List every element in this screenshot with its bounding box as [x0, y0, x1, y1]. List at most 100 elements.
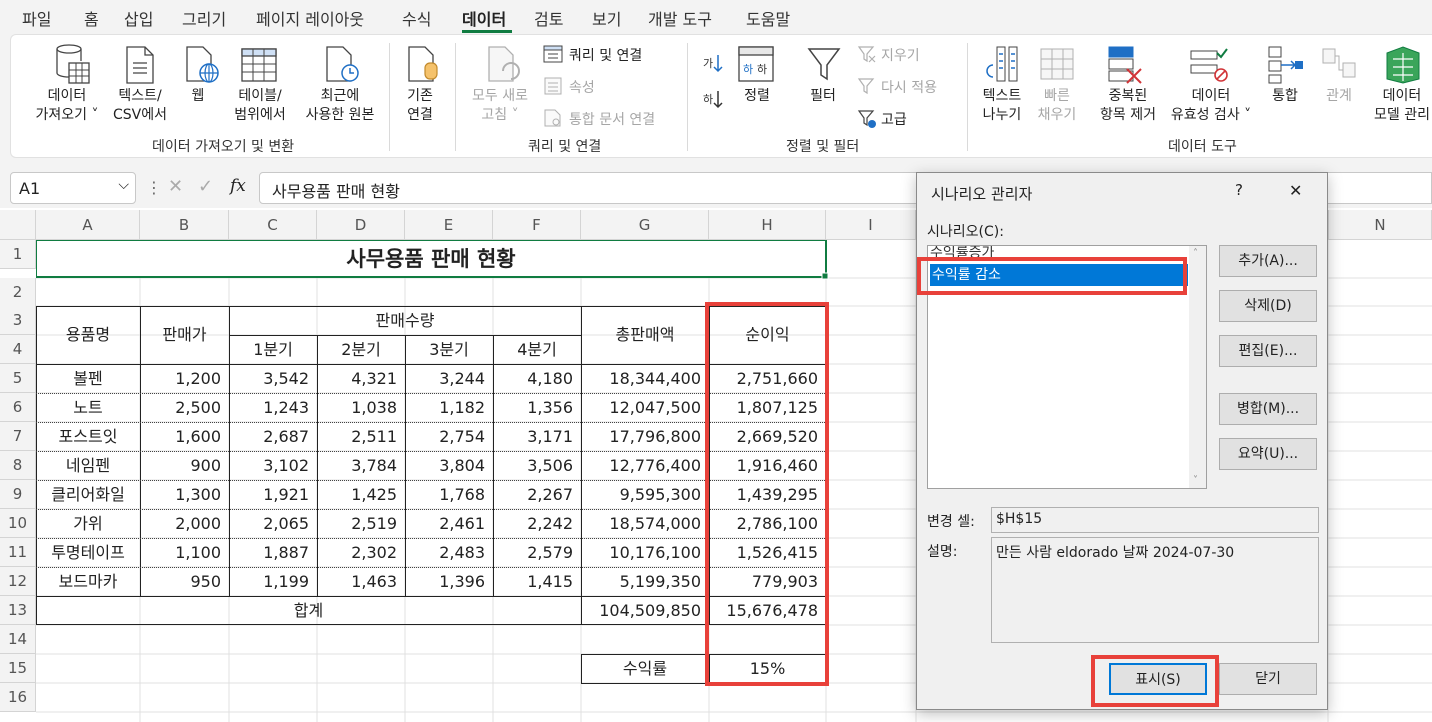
cell-q2[interactable]: 1,463	[317, 567, 405, 596]
row-header-10[interactable]: 10	[0, 509, 36, 538]
add-button[interactable]: 추가(A)...	[1219, 245, 1317, 277]
tab-draw[interactable]: 그리기	[182, 6, 226, 30]
cell-item-name[interactable]: 투명테이프	[36, 538, 140, 567]
sum-total[interactable]: 104,509,850	[581, 596, 709, 625]
row-header-1[interactable]: 1	[0, 240, 36, 269]
chevron-down-icon[interactable]: ⌵	[118, 177, 129, 193]
cell-price[interactable]: 1,100	[140, 538, 229, 567]
header-q2[interactable]: 2분기	[317, 335, 405, 364]
scroll-up-icon[interactable]: ˄	[1193, 248, 1198, 259]
cell-q2[interactable]: 3,784	[317, 451, 405, 480]
cell-price[interactable]: 1,200	[140, 364, 229, 393]
column-header-b[interactable]: B	[140, 210, 229, 240]
tab-home[interactable]: 홈	[84, 6, 99, 30]
tab-review[interactable]: 검토	[534, 6, 563, 30]
header-q4[interactable]: 4분기	[493, 335, 581, 364]
enter-check-icon[interactable]: ✓	[198, 176, 213, 197]
cell-item-name[interactable]: 클리어화일	[36, 480, 140, 509]
cell-item-name[interactable]: 노트	[36, 393, 140, 422]
tab-developer[interactable]: 개발 도구	[648, 6, 712, 30]
cell-q4[interactable]: 2,242	[493, 509, 581, 538]
header-total[interactable]: 총판매액	[581, 320, 709, 349]
cell-q1[interactable]: 2,065	[229, 509, 317, 538]
column-header-g[interactable]: G	[581, 210, 709, 240]
insert-function-icon[interactable]: fx	[230, 176, 246, 196]
column-header-d[interactable]: D	[317, 210, 405, 240]
cell-q4[interactable]: 3,506	[493, 451, 581, 480]
scenario-list-scrollbar[interactable]: ˄ ˅	[1189, 246, 1206, 488]
column-header-c[interactable]: C	[229, 210, 317, 240]
column-header-a[interactable]: A	[36, 210, 140, 240]
cell-item-name[interactable]: 네임펜	[36, 451, 140, 480]
flash-fill-button[interactable]: 빠른 채우기	[1035, 87, 1079, 125]
cell-q1[interactable]: 3,542	[229, 364, 317, 393]
tab-formulas[interactable]: 수식	[402, 6, 431, 30]
cell-q2[interactable]: 1,425	[317, 480, 405, 509]
tab-help[interactable]: 도움말	[746, 6, 790, 30]
cell-q1[interactable]: 1,887	[229, 538, 317, 567]
cell-q1[interactable]: 3,102	[229, 451, 317, 480]
relationships-button[interactable]: 관계	[1321, 87, 1357, 106]
cell-q3[interactable]: 2,461	[405, 509, 493, 538]
column-header-i[interactable]: I	[826, 210, 916, 240]
header-quantity[interactable]: 판매수량	[229, 306, 581, 335]
filter-button[interactable]: 필터	[803, 87, 843, 106]
row-header-15[interactable]: 15	[0, 654, 36, 683]
cell-q1[interactable]: 2,687	[229, 422, 317, 451]
column-header-f[interactable]: F	[493, 210, 581, 240]
cell-q3[interactable]: 3,804	[405, 451, 493, 480]
remove-duplicates-button[interactable]: 중복된 항목 제거	[1093, 87, 1163, 125]
row-header-8[interactable]: 8	[0, 451, 36, 480]
row-header-12[interactable]: 12	[0, 567, 36, 596]
cell-q4[interactable]: 1,415	[493, 567, 581, 596]
cell-q1[interactable]: 1,199	[229, 567, 317, 596]
from-text-csv-button[interactable]: 텍스트/CSV에서	[109, 87, 171, 125]
sort-button[interactable]: 정렬	[735, 87, 779, 106]
properties-button[interactable]: 속성	[569, 77, 595, 97]
cell-item-name[interactable]: 볼펜	[36, 364, 140, 393]
cell-price[interactable]: 1,600	[140, 422, 229, 451]
header-price[interactable]: 판매가	[140, 320, 229, 349]
scroll-down-icon[interactable]: ˅	[1193, 475, 1198, 486]
cell-q4[interactable]: 2,579	[493, 538, 581, 567]
cell-q2[interactable]: 2,302	[317, 538, 405, 567]
row-header-9[interactable]: 9	[0, 480, 36, 509]
column-header-h[interactable]: H	[709, 210, 826, 240]
header-q1[interactable]: 1분기	[229, 335, 317, 364]
close-button[interactable]: 닫기	[1219, 663, 1317, 695]
get-data-button[interactable]: 데이터 가져오기 ˅	[25, 87, 109, 125]
tab-page-layout[interactable]: 페이지 레이아웃	[256, 6, 364, 30]
close-icon[interactable]: ✕	[1289, 181, 1302, 200]
row-header-11[interactable]: 11	[0, 538, 36, 567]
text-to-columns-button[interactable]: 텍스트 나누기	[977, 87, 1027, 125]
row-header-4[interactable]: 4	[0, 335, 36, 364]
cell-q1[interactable]: 1,921	[229, 480, 317, 509]
cell-q4[interactable]: 2,267	[493, 480, 581, 509]
cell-price[interactable]: 950	[140, 567, 229, 596]
select-all-corner[interactable]	[0, 210, 36, 240]
cell-item-name[interactable]: 포스트잇	[36, 422, 140, 451]
cell-total[interactable]: 10,176,100	[581, 538, 709, 567]
consolidate-button[interactable]: 통합	[1267, 87, 1303, 106]
cell-q3[interactable]: 1,768	[405, 480, 493, 509]
header-item[interactable]: 용품명	[36, 320, 140, 349]
column-header-n[interactable]: N	[1328, 210, 1432, 240]
row-header-7[interactable]: 7	[0, 422, 36, 451]
cell-total[interactable]: 12,047,500	[581, 393, 709, 422]
row-header-13[interactable]: 13	[0, 596, 36, 625]
cell-total[interactable]: 18,344,400	[581, 364, 709, 393]
sheet-title[interactable]: 사무용품 판매 현황	[36, 244, 826, 274]
refresh-all-button[interactable]: 모두 새로 고침 ˅	[465, 87, 535, 125]
summary-button[interactable]: 요약(U)...	[1219, 438, 1317, 470]
help-icon[interactable]: ?	[1235, 181, 1243, 199]
cell-total[interactable]: 9,595,300	[581, 480, 709, 509]
tab-data[interactable]: 데이터	[462, 6, 506, 30]
row-header-3[interactable]: 3	[0, 306, 36, 335]
sum-label[interactable]: 합계	[36, 596, 581, 625]
cell-price[interactable]: 1,300	[140, 480, 229, 509]
queries-connections-button[interactable]: 쿼리 및 연결	[569, 45, 642, 65]
cell-q3[interactable]: 1,396	[405, 567, 493, 596]
cancel-icon[interactable]: ✕	[168, 176, 183, 197]
existing-connections-button[interactable]: 기존 연결	[399, 87, 441, 125]
row-header-14[interactable]: 14	[0, 625, 36, 654]
